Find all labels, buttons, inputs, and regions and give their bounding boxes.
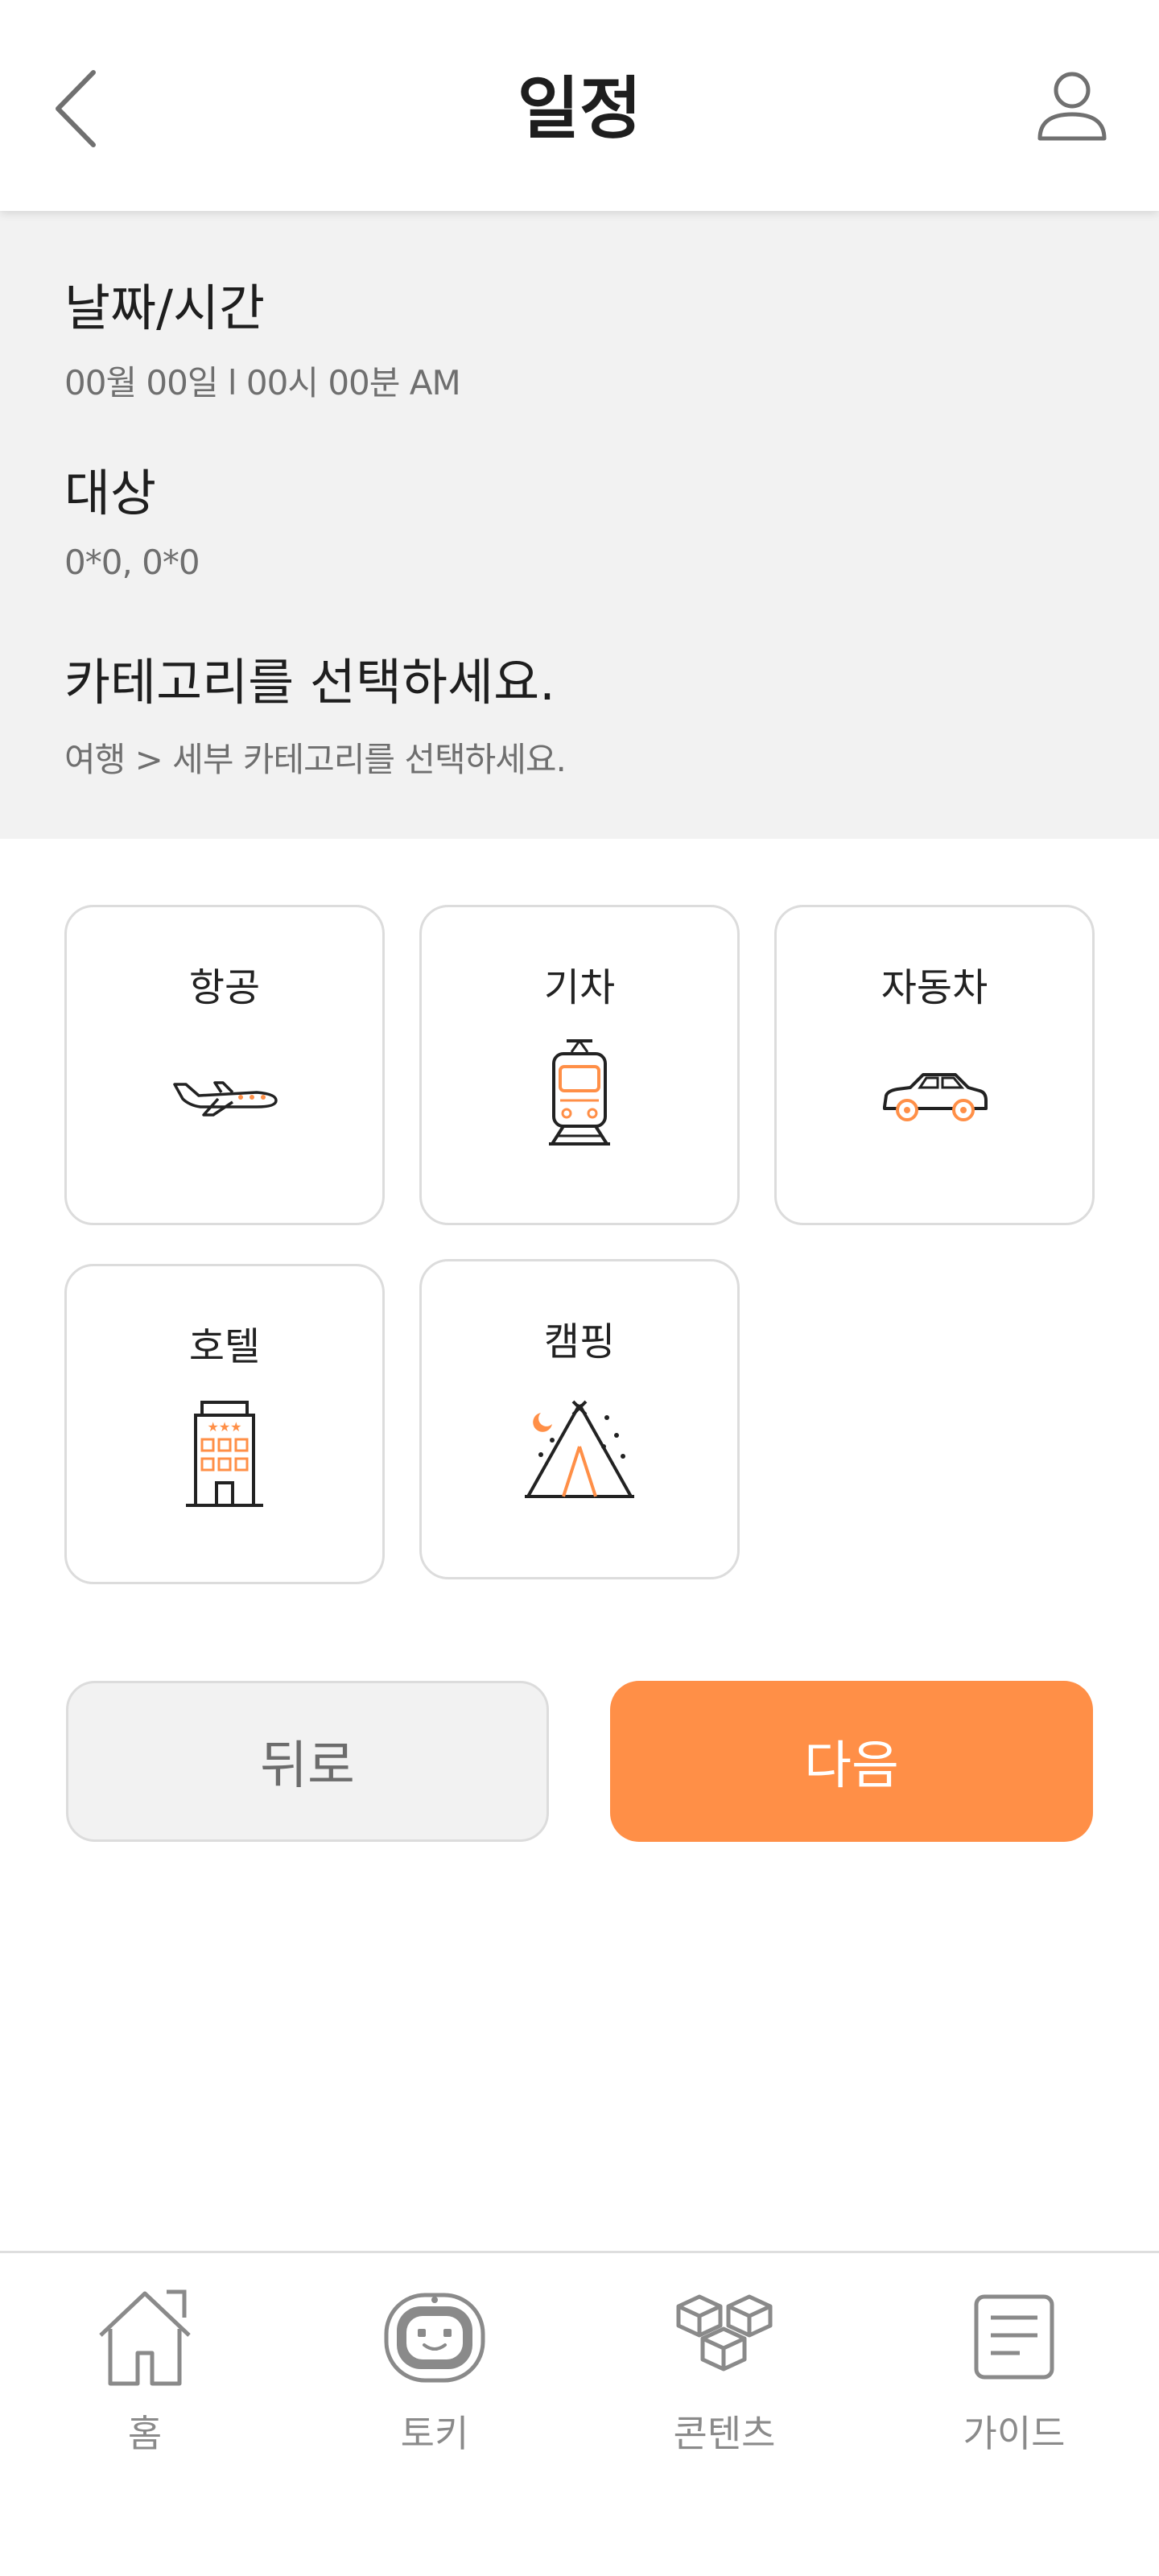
document-icon [974, 2294, 1054, 2380]
category-card-train[interactable]: 기차 [419, 905, 740, 1225]
profile-button[interactable] [1032, 64, 1112, 145]
target-value: 0*0, 0*0 [64, 543, 200, 582]
category-card-hotel[interactable]: 호텔 ★★★ [64, 1264, 385, 1584]
category-card-label: 기차 [543, 965, 616, 1010]
nav-item-guide[interactable]: 가이드 [893, 2285, 1135, 2462]
bottom-nav: 홈 토키 콘텐츠 가이드 [0, 2251, 1159, 2576]
train-icon [549, 1039, 610, 1146]
category-label: 카테고리를 선택하세요. [64, 653, 555, 712]
category-card-label: 항공 [188, 965, 261, 1010]
category-card-label: 자동차 [881, 965, 988, 1010]
camping-tent-icon [525, 1400, 634, 1498]
schedule-info-panel: 날짜/시간 00월 00일 l 00시 00분 AM 대상 0*0, 0*0 카… [0, 211, 1159, 839]
target-label: 대상 [64, 464, 157, 522]
nav-item-contents[interactable]: 콘텐츠 [604, 2285, 845, 2462]
page-title: 일정 [517, 69, 642, 148]
back-step-button[interactable]: 뒤로 [66, 1681, 549, 1842]
category-hint: 여행 > 세부 카테고리를 선택하세요. [64, 740, 567, 779]
svg-text:★★★: ★★★ [207, 1419, 241, 1435]
next-button[interactable]: 다음 [610, 1681, 1093, 1842]
category-card-camping[interactable]: 캠핑 [419, 1259, 740, 1579]
category-grid: 항공 기차 자동차 호텔 ★★★ 캠핑 [0, 839, 1159, 1612]
nav-label: 토키 [400, 2412, 469, 2455]
robot-icon [384, 2293, 485, 2383]
cubes-icon [676, 2294, 773, 2372]
app-header: 일정 [0, 0, 1159, 211]
hotel-icon: ★★★ [186, 1401, 263, 1507]
category-card-car[interactable]: 자동차 [774, 905, 1095, 1225]
car-icon [883, 1073, 988, 1121]
nav-label: 콘텐츠 [673, 2412, 776, 2455]
nav-label: 홈 [127, 2412, 163, 2455]
user-icon [1037, 72, 1107, 141]
nav-item-home[interactable]: 홈 [24, 2285, 266, 2462]
category-card-label: 캠핑 [543, 1319, 616, 1364]
home-icon [99, 2289, 191, 2386]
nav-label: 가이드 [963, 2412, 1066, 2455]
datetime-label: 날짜/시간 [64, 279, 266, 337]
category-card-airline[interactable]: 항공 [64, 905, 385, 1225]
nav-item-toki[interactable]: 토키 [314, 2285, 555, 2462]
airplane-icon [173, 1081, 278, 1117]
category-card-label: 호텔 [188, 1324, 261, 1369]
datetime-value: 00월 00일 l 00시 00분 AM [64, 363, 461, 402]
